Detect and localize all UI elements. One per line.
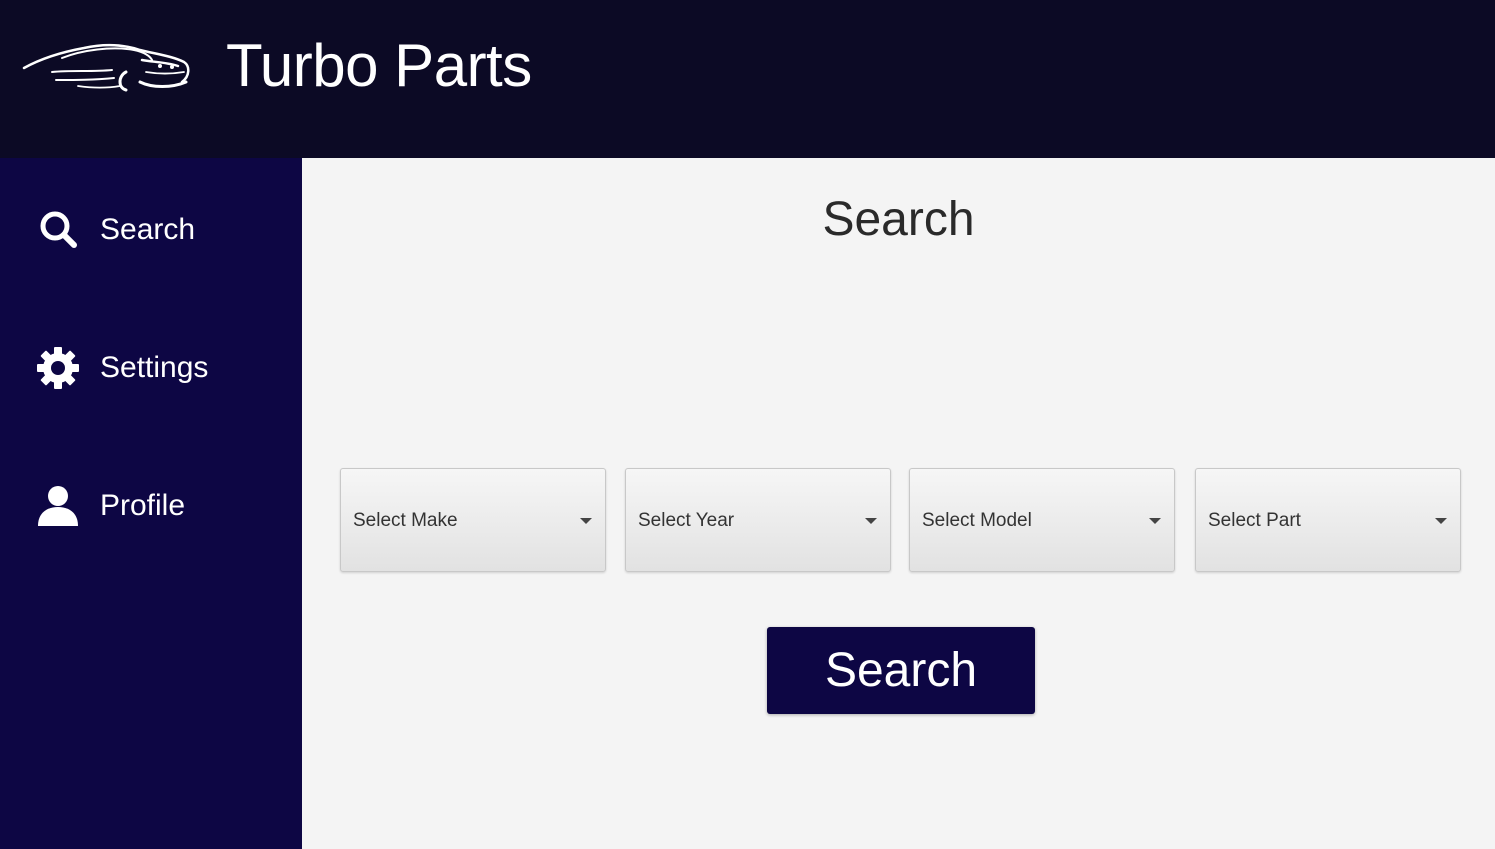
gear-icon <box>36 346 80 390</box>
select-make-dropdown[interactable]: Select Make <box>340 468 606 572</box>
page-title: Search <box>822 193 975 246</box>
sidebar-item-label: Search <box>100 213 196 246</box>
sidebar-item-label: Profile <box>100 489 186 522</box>
sidebar: Search Settings Profile <box>0 158 302 849</box>
app-title: Turbo Parts <box>226 32 532 99</box>
select-part-dropdown[interactable]: Select Part <box>1195 468 1461 572</box>
sidebar-item-profile[interactable]: Profile <box>36 482 185 530</box>
chevron-down-icon <box>580 518 592 524</box>
app-window: Turbo Parts Search Settings Profile Sear… <box>0 0 1495 849</box>
dropdown-label: Select Model <box>922 510 1032 531</box>
dropdown-label: Select Year <box>638 510 735 531</box>
chevron-down-icon <box>1435 518 1447 524</box>
sidebar-item-label: Settings <box>100 351 209 384</box>
select-year-dropdown[interactable]: Select Year <box>625 468 891 572</box>
sidebar-item-settings[interactable]: Settings <box>36 344 208 392</box>
user-icon <box>36 484 80 528</box>
dropdown-label: Select Part <box>1208 510 1301 531</box>
chevron-down-icon <box>1149 518 1161 524</box>
sidebar-item-search[interactable]: Search <box>36 206 195 254</box>
chevron-down-icon <box>865 518 877 524</box>
car-logo-icon <box>22 36 194 100</box>
search-icon <box>36 208 80 252</box>
dropdown-label: Select Make <box>353 510 458 531</box>
search-button[interactable]: Search <box>767 627 1035 714</box>
main-content: Search Select Make Select Year Select Mo… <box>302 158 1495 849</box>
select-model-dropdown[interactable]: Select Model <box>909 468 1175 572</box>
header-bar: Turbo Parts <box>0 0 1495 158</box>
